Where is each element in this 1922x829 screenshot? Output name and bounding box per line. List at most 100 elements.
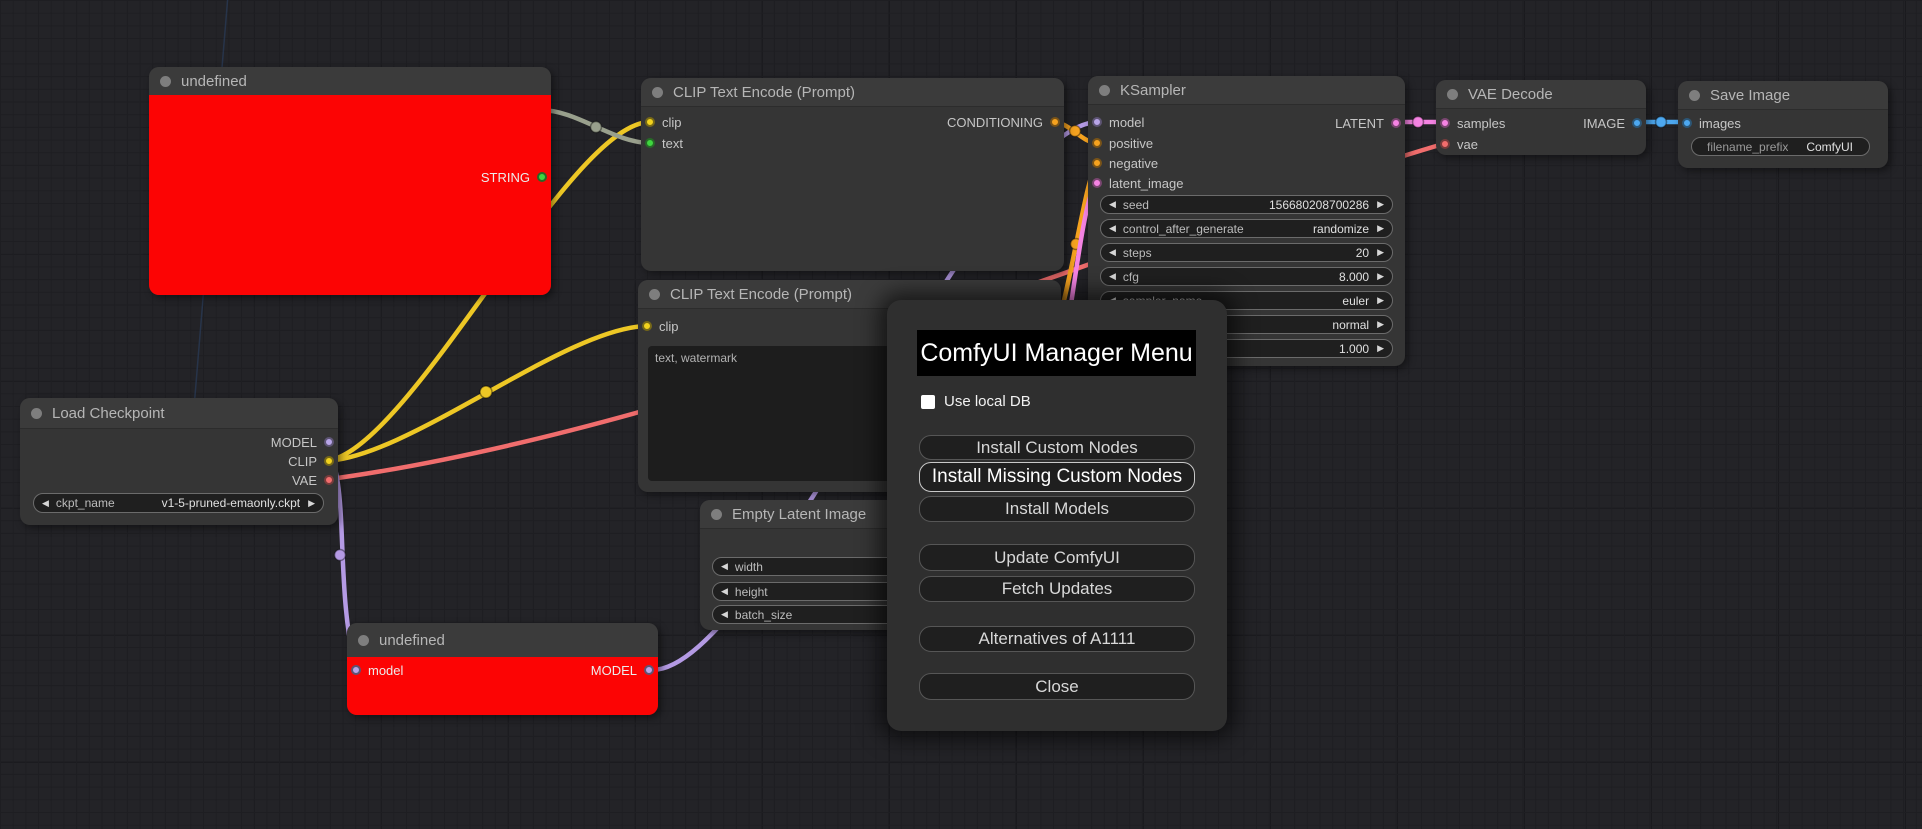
vae-slot-icon[interactable] [1440, 139, 1450, 149]
node-header[interactable]: CLIP Text Encode (Prompt) [641, 78, 1064, 107]
decrement-icon[interactable]: ◀ [1109, 248, 1116, 257]
node-header[interactable]: undefined [149, 67, 551, 96]
decrement-icon[interactable]: ◀ [1109, 224, 1116, 233]
decrement-icon[interactable]: ◀ [721, 587, 728, 596]
increment-icon[interactable]: ▶ [1377, 320, 1384, 329]
widget-seed[interactable]: ◀ seed 156680208700286 ▶ [1100, 195, 1393, 214]
use-local-db-row[interactable]: Use local DB [921, 393, 1031, 410]
image-slot-icon[interactable] [1632, 118, 1642, 128]
collapse-dot-icon[interactable] [1689, 89, 1700, 101]
clip-slot-icon[interactable] [645, 117, 655, 127]
input-model[interactable]: model [1092, 113, 1144, 131]
output-clip[interactable]: CLIP [288, 452, 334, 470]
input-text[interactable]: text [645, 134, 683, 152]
input-vae[interactable]: vae [1440, 135, 1478, 153]
input-model[interactable]: model [351, 661, 403, 679]
decrement-icon[interactable]: ◀ [1109, 272, 1116, 281]
clip-slot-icon[interactable] [324, 456, 334, 466]
node-title: undefined [181, 72, 247, 90]
node-header[interactable]: Load Checkpoint [20, 398, 338, 429]
node-clip-text-encode-1[interactable]: CLIP Text Encode (Prompt) clip text COND… [641, 78, 1064, 271]
node-save-image[interactable]: Save Image images filename_prefix ComfyUI [1678, 81, 1888, 168]
increment-icon[interactable]: ▶ [1377, 344, 1384, 353]
input-positive[interactable]: positive [1092, 134, 1153, 152]
node-undefined-bottom[interactable]: undefined model MODEL [347, 623, 658, 715]
decrement-icon[interactable]: ◀ [721, 610, 728, 619]
widget-cfg[interactable]: ◀ cfg 8.000 ▶ [1100, 267, 1393, 286]
output-string[interactable]: STRING [481, 168, 547, 186]
image-slot-icon[interactable] [1682, 118, 1692, 128]
node-header[interactable]: VAE Decode [1436, 80, 1646, 109]
latent-slot-icon[interactable] [1391, 118, 1401, 128]
input-clip[interactable]: clip [645, 113, 682, 131]
model-slot-icon[interactable] [1092, 117, 1102, 127]
clip-slot-icon[interactable] [642, 321, 652, 331]
wire-dot-samples[interactable] [1411, 115, 1425, 129]
conditioning-slot-icon[interactable] [1050, 117, 1060, 127]
increment-icon[interactable]: ▶ [1377, 200, 1384, 209]
increment-icon[interactable]: ▶ [1377, 224, 1384, 233]
decrement-icon[interactable]: ◀ [721, 562, 728, 571]
conditioning-slot-icon[interactable] [1092, 138, 1102, 148]
model-slot-icon[interactable] [324, 437, 334, 447]
use-local-db-label: Use local DB [944, 393, 1031, 410]
input-latent-image[interactable]: latent_image [1092, 174, 1183, 192]
widget-steps[interactable]: ◀ steps 20 ▶ [1100, 243, 1393, 262]
output-latent[interactable]: LATENT [1335, 114, 1401, 132]
collapse-dot-icon[interactable] [649, 288, 660, 300]
collapse-dot-icon[interactable] [358, 634, 369, 646]
model-slot-icon[interactable] [644, 665, 654, 675]
node-undefined-top[interactable]: undefined STRING [149, 67, 551, 295]
close-button[interactable]: Close [919, 673, 1195, 700]
node-header[interactable]: undefined [347, 623, 658, 658]
output-conditioning[interactable]: CONDITIONING [947, 113, 1060, 131]
output-model[interactable]: MODEL [271, 433, 334, 451]
input-samples[interactable]: samples [1440, 114, 1505, 132]
collapse-dot-icon[interactable] [31, 407, 42, 419]
input-clip[interactable]: clip [642, 317, 679, 335]
increment-icon[interactable]: ▶ [1377, 296, 1384, 305]
update-comfyui-button[interactable]: Update ComfyUI [919, 544, 1195, 571]
string-slot-icon[interactable] [645, 138, 655, 148]
model-slot-icon[interactable] [351, 665, 361, 675]
input-images[interactable]: images [1682, 114, 1741, 132]
output-model[interactable]: MODEL [591, 661, 654, 679]
node-header[interactable]: KSampler [1088, 76, 1405, 105]
wire-dot-clip[interactable] [479, 385, 493, 399]
decrement-icon[interactable]: ◀ [42, 498, 49, 508]
install-models-button[interactable]: Install Models [919, 496, 1195, 522]
wire-dot-model[interactable] [333, 548, 347, 562]
wire-dot-positive[interactable] [1068, 124, 1082, 138]
widget-control-after-generate[interactable]: ◀ control_after_generate randomize ▶ [1100, 219, 1393, 238]
increment-icon[interactable]: ▶ [1377, 248, 1384, 257]
wire-dot-string[interactable] [589, 120, 603, 134]
increment-icon[interactable]: ▶ [1377, 272, 1384, 281]
install-custom-nodes-button[interactable]: Install Custom Nodes [919, 435, 1195, 460]
collapse-dot-icon[interactable] [1099, 84, 1110, 96]
collapse-dot-icon[interactable] [652, 86, 663, 98]
widget-filename-prefix[interactable]: filename_prefix ComfyUI [1691, 137, 1870, 156]
use-local-db-checkbox[interactable] [921, 394, 935, 409]
decrement-icon[interactable]: ◀ [1109, 200, 1116, 209]
node-load-checkpoint[interactable]: Load Checkpoint MODEL CLIP VAE ◀ ckpt_nam… [20, 398, 338, 525]
fetch-updates-button[interactable]: Fetch Updates [919, 576, 1195, 602]
output-vae[interactable]: VAE [292, 471, 334, 489]
latent-slot-icon[interactable] [1092, 178, 1102, 188]
conditioning-slot-icon[interactable] [1092, 158, 1102, 168]
node-vae-decode[interactable]: VAE Decode samples vae IMAGE [1436, 80, 1646, 155]
collapse-dot-icon[interactable] [1447, 88, 1458, 100]
input-negative[interactable]: negative [1092, 154, 1158, 172]
node-header[interactable]: Save Image [1678, 81, 1888, 110]
node-graph-canvas[interactable]: undefined STRING CLIP Text Encode (Promp… [0, 0, 1922, 829]
vae-slot-icon[interactable] [324, 475, 334, 485]
alternatives-of-a1111-button[interactable]: Alternatives of A1111 [919, 626, 1195, 652]
output-image[interactable]: IMAGE [1583, 114, 1642, 132]
collapse-dot-icon[interactable] [160, 75, 171, 87]
install-missing-custom-nodes-button[interactable]: Install Missing Custom Nodes [919, 462, 1195, 492]
collapse-dot-icon[interactable] [711, 508, 722, 520]
widget-ckpt-name[interactable]: ◀ ckpt_name v1-5-pruned-emaonly.ckpt ▶ [33, 493, 324, 513]
string-slot-icon[interactable] [537, 172, 547, 182]
latent-slot-icon[interactable] [1440, 118, 1450, 128]
increment-icon[interactable]: ▶ [308, 498, 315, 508]
wire-dot-images[interactable] [1654, 115, 1668, 129]
